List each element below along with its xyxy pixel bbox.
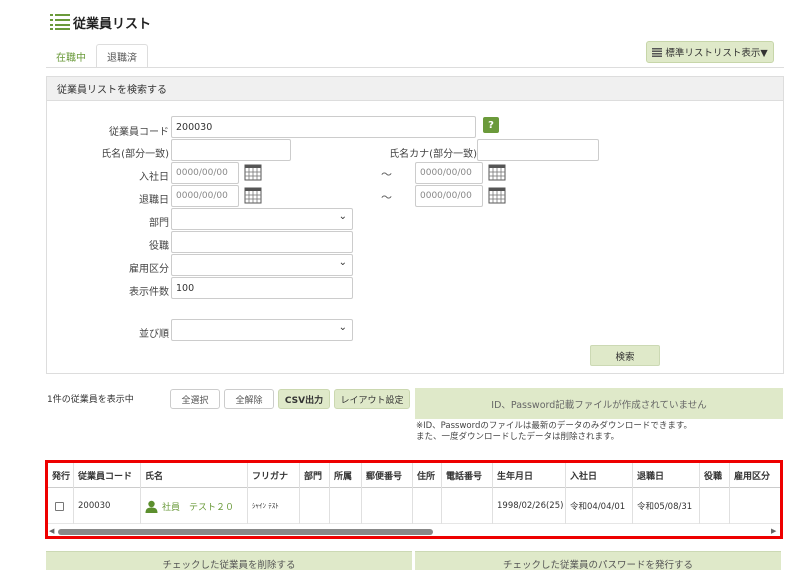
calendar-icon[interactable] — [488, 163, 506, 181]
list-view-label: 標準リストリスト表示▼ — [665, 48, 768, 59]
hire-date-cell: 令和04/04/01 — [566, 488, 633, 524]
page-title: 従業員リスト — [73, 16, 152, 32]
status-tabs: 在職中 退職済 — [46, 44, 148, 68]
department-label: 部門 — [149, 218, 169, 229]
employment-type-select[interactable] — [171, 254, 353, 276]
name-input[interactable] — [171, 139, 291, 161]
sort-order-label: 並び順 — [139, 329, 169, 340]
search-heading: 従業員リストを検索する — [47, 77, 783, 101]
column-header: 住所 — [413, 463, 442, 488]
column-header: フリガナ — [248, 463, 300, 488]
employee-table: 発行 従業員コード 氏名 フリガナ 部門 所属 郵便番号 住所 電話番号 生年月… — [45, 460, 783, 539]
position-input[interactable] — [171, 231, 353, 253]
birthdate-cell: 1998/02/26(25) — [493, 488, 566, 524]
note-line-2: また、一度ダウンロードしたデータは削除されます。 — [416, 432, 620, 442]
retire-date-label: 退職日 — [139, 195, 169, 206]
scroll-right-icon[interactable]: ▶ — [771, 527, 776, 535]
page-header: 従業員リスト — [50, 10, 151, 34]
horizontal-scrollbar[interactable]: ◀ ▶ — [48, 527, 780, 536]
table-row[interactable]: 200030 社員 テスト２０ ｼｬｲﾝ ﾃｽﾄ 1998/02/26(25) … — [48, 488, 780, 524]
column-header: 郵便番号 — [362, 463, 413, 488]
help-button[interactable]: ? — [483, 117, 499, 133]
column-header: 生年月日 — [493, 463, 566, 488]
retire-date-from-input[interactable]: 0000/00/00 — [171, 185, 239, 207]
scroll-left-icon[interactable]: ◀ — [49, 527, 54, 535]
employee-code-cell: 200030 — [74, 488, 141, 524]
employment-type-label: 雇用区分 — [129, 264, 169, 275]
list-icon — [652, 47, 663, 57]
retire-date-to-input[interactable]: 0000/00/00 — [415, 185, 483, 207]
id-password-banner[interactable]: ID、Password記載ファイルが作成されていません — [415, 388, 783, 419]
tab-retired-employees[interactable]: 退職済 — [96, 44, 148, 68]
calendar-icon[interactable] — [244, 186, 262, 204]
furigana-cell: ｼｬｲﾝ ﾃｽﾄ — [248, 488, 300, 524]
note-line-1: ※ID、Passwordのファイルは最新のデータのみダウンロードできます。 — [416, 421, 693, 431]
column-header: 従業員コード — [74, 463, 141, 488]
scroll-thumb[interactable] — [58, 529, 433, 535]
tab-divider — [46, 67, 784, 68]
user-icon — [145, 500, 158, 513]
retire-date-cell: 令和05/08/31 — [633, 488, 700, 524]
affiliation-cell — [330, 488, 362, 524]
list-icon — [50, 14, 70, 30]
column-header: 発行 — [48, 463, 74, 488]
hire-date-from-input[interactable]: 0000/00/00 — [171, 162, 239, 184]
search-panel: 従業員リストを検索する 従業員コード 200030 ? 氏名(部分一致) 氏名カ… — [46, 76, 784, 374]
position-cell — [700, 488, 730, 524]
address-cell — [413, 488, 442, 524]
download-note: ※ID、Passwordのファイルは最新のデータのみダウンロードできます。 また… — [416, 421, 692, 443]
issue-cell — [48, 488, 74, 524]
employee-code-input[interactable]: 200030 — [171, 116, 476, 138]
department-select[interactable] — [171, 208, 353, 230]
display-count-input[interactable]: 100 — [171, 277, 353, 299]
employee-name-cell[interactable]: 社員 テスト２０ — [141, 488, 248, 524]
column-header: 役職 — [700, 463, 730, 488]
delete-checked-button[interactable]: チェックした従業員を削除する — [46, 551, 412, 570]
display-count-label: 表示件数 — [129, 287, 169, 298]
postal-cell — [362, 488, 413, 524]
column-header: 電話番号 — [442, 463, 493, 488]
phone-cell — [442, 488, 493, 524]
search-button[interactable]: 検索 — [590, 345, 660, 366]
name-label: 氏名(部分一致) — [101, 149, 169, 160]
select-all-button[interactable]: 全選択 — [170, 389, 220, 409]
sort-order-select[interactable] — [171, 319, 353, 341]
kana-label: 氏名カナ(部分一致) — [389, 149, 477, 160]
range-separator: ～ — [381, 191, 392, 204]
hire-date-label: 入社日 — [139, 172, 169, 183]
issue-password-button[interactable]: チェックした従業員のパスワードを発行する — [415, 551, 781, 570]
layout-settings-button[interactable]: レイアウト設定 — [334, 389, 410, 409]
column-header: 退職日 — [633, 463, 700, 488]
department-cell — [300, 488, 330, 524]
employee-name-link[interactable]: 社員 テスト２０ — [162, 500, 234, 513]
column-header: 入社日 — [566, 463, 633, 488]
result-count: 1件の従業員を表示中 — [47, 395, 134, 405]
csv-output-button[interactable]: CSV出力 — [278, 389, 330, 409]
column-header: 雇用区分 — [730, 463, 780, 488]
column-header: 氏名 — [141, 463, 248, 488]
calendar-icon[interactable] — [244, 163, 262, 181]
deselect-all-button[interactable]: 全解除 — [224, 389, 274, 409]
employment-type-cell — [730, 488, 780, 524]
issue-checkbox[interactable] — [55, 501, 64, 511]
position-label: 役職 — [149, 241, 169, 252]
hire-date-to-input[interactable]: 0000/00/00 — [415, 162, 483, 184]
column-header: 部門 — [300, 463, 330, 488]
employee-code-label: 従業員コード — [109, 127, 169, 138]
table-header: 発行 従業員コード 氏名 フリガナ 部門 所属 郵便番号 住所 電話番号 生年月… — [48, 463, 780, 488]
column-header: 所属 — [330, 463, 362, 488]
list-view-button[interactable]: 標準リストリスト表示▼ — [646, 41, 774, 63]
range-separator: ～ — [381, 168, 392, 181]
calendar-icon[interactable] — [488, 186, 506, 204]
kana-input[interactable] — [477, 139, 599, 161]
tab-active-employees[interactable]: 在職中 — [46, 44, 96, 68]
